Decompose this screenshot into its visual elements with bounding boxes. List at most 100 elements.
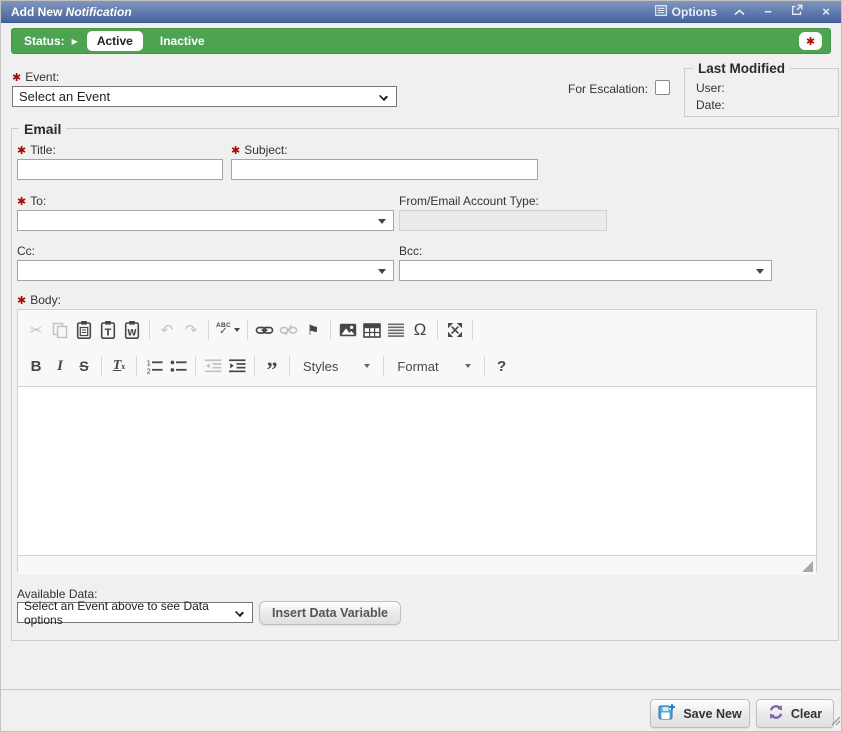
bulleted-list-icon[interactable] — [166, 354, 190, 378]
cc-combobox[interactable] — [17, 260, 394, 281]
required-icon: ✱ — [17, 196, 26, 208]
spellcheck-dropdown-arrow — [234, 328, 240, 332]
status-inactive-toggle[interactable]: Inactive — [160, 34, 205, 48]
undo-icon[interactable]: ↶ — [155, 318, 179, 342]
strikethrough-icon[interactable]: S — [72, 354, 96, 378]
copy-icon[interactable] — [48, 318, 72, 342]
body-content-area[interactable] — [18, 387, 816, 555]
dropdown-arrow-icon — [756, 269, 764, 274]
options-label: Options — [672, 5, 717, 19]
save-icon — [658, 703, 676, 724]
increase-indent-icon[interactable] — [225, 354, 249, 378]
available-data-select[interactable]: Select an Event above to see Data option… — [17, 602, 253, 623]
required-asterisk-icon: ✱ — [806, 35, 815, 48]
styles-dropdown[interactable]: Styles — [295, 359, 378, 374]
editor-help-icon[interactable]: ? — [490, 354, 514, 378]
escalation-label: For Escalation: — [568, 82, 648, 96]
bold-icon[interactable]: B — [24, 354, 48, 378]
remove-format-icon[interactable]: Tx — [107, 354, 131, 378]
special-character-icon[interactable]: Ω — [408, 318, 432, 342]
status-bar: Status: ▶ Active Inactive ✱ — [11, 28, 831, 54]
paste-from-word-icon[interactable]: W — [120, 318, 144, 342]
to-combobox[interactable] — [17, 210, 394, 231]
from-label: From/Email Account Type: — [399, 194, 539, 208]
body-richtext-editor: ✂ T W ↶ ↷ ABC — [17, 309, 817, 572]
required-icon: ✱ — [17, 145, 26, 157]
last-modified-date-label: Date: — [696, 98, 725, 112]
chevron-down-icon — [379, 92, 388, 101]
svg-text:1: 1 — [146, 359, 150, 367]
subject-input[interactable] — [231, 159, 538, 180]
close-icon: × — [822, 4, 830, 19]
dropdown-arrow-icon — [465, 364, 471, 368]
title-label: ✱Title: — [17, 143, 56, 157]
italic-icon[interactable]: I — [48, 354, 72, 378]
numbered-list-icon[interactable]: 12 — [142, 354, 166, 378]
editor-toolbar: ✂ T W ↶ ↷ ABC — [18, 310, 816, 387]
anchor-flag-icon[interactable]: ⚑ — [301, 318, 325, 342]
insert-data-variable-button[interactable]: Insert Data Variable — [259, 601, 401, 625]
link-icon[interactable] — [253, 318, 277, 342]
cc-label: Cc: — [17, 244, 35, 258]
bcc-combobox[interactable] — [399, 260, 772, 281]
chevron-down-icon — [235, 608, 244, 617]
options-button[interactable]: Options — [655, 5, 717, 19]
event-label: ✱Event: — [12, 70, 59, 84]
escalation-checkbox[interactable] — [655, 80, 670, 95]
horizontal-line-icon[interactable] — [384, 318, 408, 342]
status-active-toggle[interactable]: Active — [87, 31, 143, 51]
dialog-title-emphasis: Notification — [66, 5, 132, 19]
table-icon[interactable] — [360, 318, 384, 342]
required-icon: ✱ — [231, 145, 240, 157]
title-input[interactable] — [17, 159, 223, 180]
svg-text:T: T — [105, 328, 112, 339]
status-arrow-icon: ▶ — [72, 37, 78, 46]
required-fields-button[interactable]: ✱ — [799, 32, 822, 50]
unlink-icon[interactable] — [277, 318, 301, 342]
available-data-value: Select an Event above to see Data option… — [24, 599, 228, 627]
popout-icon — [791, 4, 803, 19]
window-resize-handle[interactable] — [830, 712, 840, 730]
maximize-icon[interactable] — [443, 318, 467, 342]
from-account-input — [399, 210, 607, 231]
email-legend: Email — [19, 121, 66, 137]
paste-plain-text-icon[interactable]: T — [96, 318, 120, 342]
save-new-button[interactable]: Save New — [650, 699, 750, 728]
refresh-icon — [768, 704, 784, 723]
title-bar: Add New Notification Options − × — [1, 1, 841, 23]
format-dropdown-label: Format — [397, 359, 438, 374]
chevron-up-icon — [734, 4, 745, 19]
editor-resize-handle[interactable] — [802, 561, 813, 572]
cut-icon[interactable]: ✂ — [24, 318, 48, 342]
svg-text:2: 2 — [146, 367, 150, 374]
editor-status-bar — [18, 555, 816, 575]
last-modified-user-label: User: — [696, 81, 725, 95]
spellcheck-icon[interactable]: ABC ✓ — [214, 318, 242, 342]
required-icon: ✱ — [12, 72, 21, 84]
required-icon: ✱ — [17, 295, 26, 307]
clear-button[interactable]: Clear — [756, 699, 834, 728]
body-label: ✱Body: — [17, 293, 61, 307]
blockquote-icon[interactable]: ” — [260, 354, 284, 378]
event-select-value: Select an Event — [19, 89, 110, 104]
subject-label: ✱Subject: — [231, 143, 288, 157]
svg-text:W: W — [127, 329, 137, 339]
event-select[interactable]: Select an Event — [12, 86, 397, 107]
last-modified-legend: Last Modified — [693, 61, 790, 76]
popout-button[interactable] — [790, 5, 804, 19]
add-notification-dialog: Add New Notification Options − × Status:… — [0, 0, 842, 732]
status-label: Status: — [24, 34, 65, 48]
format-dropdown[interactable]: Format — [389, 359, 478, 374]
dropdown-arrow-icon — [378, 219, 386, 224]
redo-icon[interactable]: ↷ — [179, 318, 203, 342]
close-button[interactable]: × — [819, 5, 833, 19]
minimize-icon: − — [764, 4, 772, 19]
decrease-indent-icon[interactable] — [201, 354, 225, 378]
collapse-button[interactable] — [732, 5, 746, 19]
paste-icon[interactable] — [72, 318, 96, 342]
image-icon[interactable] — [336, 318, 360, 342]
styles-dropdown-label: Styles — [303, 359, 338, 374]
to-label: ✱To: — [17, 194, 46, 208]
options-list-icon — [655, 5, 667, 19]
minimize-button[interactable]: − — [761, 5, 775, 19]
